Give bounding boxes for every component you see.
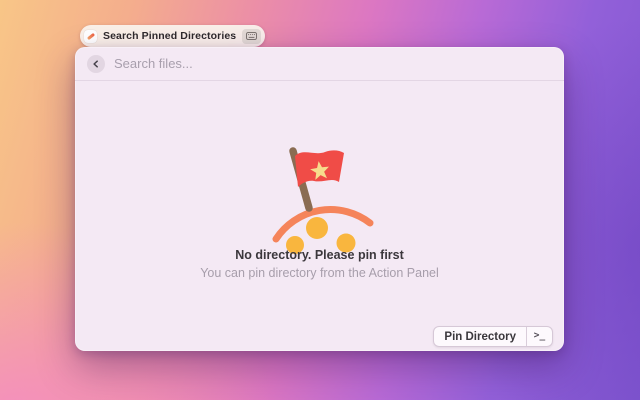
empty-state-title: No directory. Please pin first (235, 248, 404, 262)
pencil-icon (84, 29, 97, 43)
launcher-window: No directory. Please pin first You can p… (75, 47, 564, 351)
command-pill-label: Search Pinned Directories (103, 29, 237, 42)
terminal-prompt-icon: >_ (533, 330, 546, 341)
chevron-left-icon (93, 59, 98, 68)
empty-state-subtitle: You can pin directory from the Action Pa… (200, 266, 439, 280)
keyboard-icon (246, 32, 258, 40)
pin-directory-button[interactable]: Pin Directory (434, 327, 526, 346)
footer-action-group: Pin Directory >_ (433, 326, 553, 347)
search-input[interactable] (114, 47, 552, 80)
hotkey-badge[interactable] (242, 28, 262, 44)
search-header (75, 47, 564, 81)
coin (305, 217, 328, 239)
command-pill[interactable]: Search Pinned Directories (80, 25, 266, 47)
action-panel-button[interactable]: >_ (527, 327, 552, 346)
flag-on-mound-illustration (272, 147, 373, 254)
back-button[interactable] (87, 54, 105, 73)
